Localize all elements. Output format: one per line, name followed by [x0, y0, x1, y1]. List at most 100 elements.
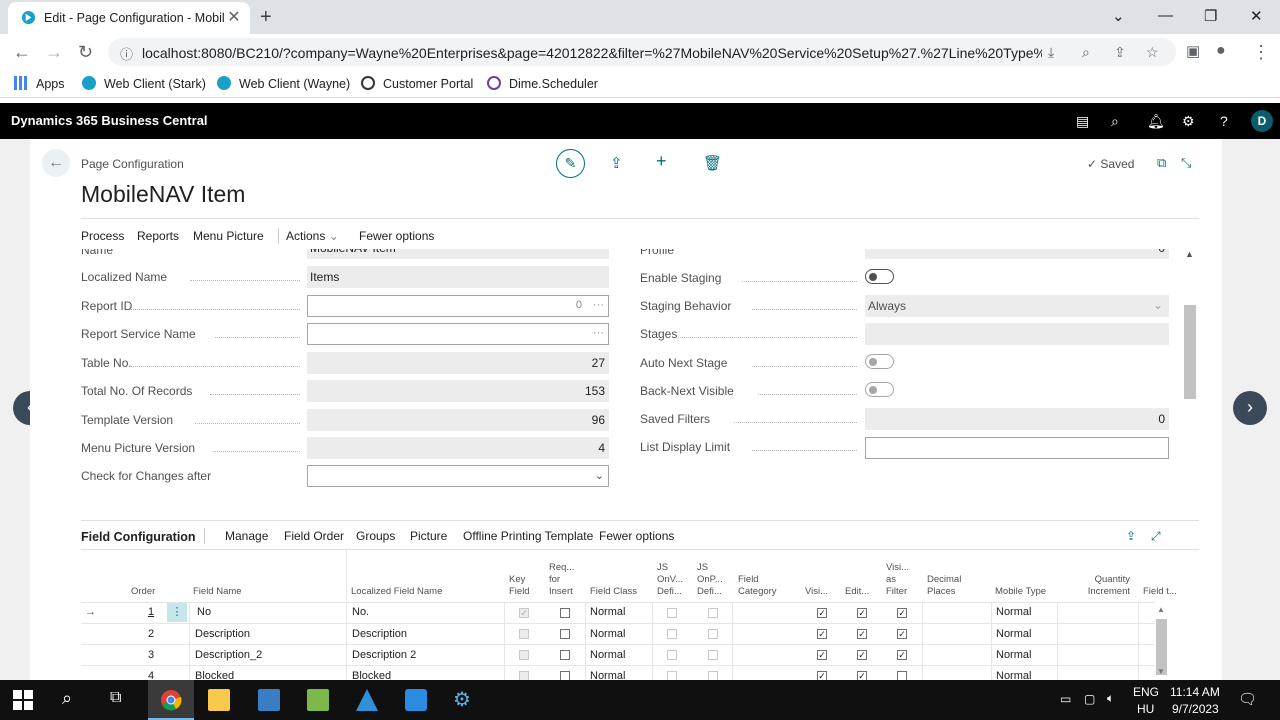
col-key-field[interactable]: Key Field [509, 574, 539, 598]
back-next-visible-toggle[interactable] [865, 382, 894, 397]
col-js-onpage[interactable]: JS OnP... Defi... [697, 562, 723, 598]
field-localized-name-value[interactable]: Items [307, 266, 609, 288]
site-info-icon[interactable]: ⓘ [120, 44, 133, 63]
cell-field-name[interactable]: Description [195, 628, 250, 640]
collapse-icon[interactable]: ⤡ [1181, 155, 1191, 171]
editable-checkbox[interactable]: ✓ [857, 608, 867, 618]
key-field-checkbox[interactable] [519, 629, 529, 639]
required-checkbox[interactable] [560, 650, 570, 660]
fc-action-offline-printing-template[interactable]: Offline Printing Template [463, 529, 593, 543]
back-icon[interactable]: ← [13, 42, 31, 63]
tab-search-chevron-icon[interactable]: ⌄ [1112, 7, 1125, 25]
col-localized-field-name[interactable]: Localized Field Name [351, 586, 442, 598]
cell-mobile-type[interactable]: Normal [996, 606, 1031, 618]
new-plus-icon[interactable]: + [656, 151, 667, 172]
language-indicator-sub[interactable]: HU [1137, 702, 1154, 716]
bookmark-web-client-wayne[interactable]: Web Client (Wayne) [217, 76, 350, 91]
editable-checkbox[interactable]: ✓ [857, 629, 867, 639]
fc-action-picture[interactable]: Picture [410, 529, 447, 543]
key-field-checkbox[interactable] [519, 671, 529, 680]
row-menu-icon[interactable]: ⋮ [167, 603, 187, 622]
back-arrow-icon[interactable]: ← [42, 149, 70, 177]
field-profile-value[interactable]: 0 [865, 249, 1169, 259]
lookup-ellipsis-icon[interactable]: ··· [593, 299, 604, 311]
bookmark-apps[interactable]: Apps [14, 76, 65, 91]
scroll-down-icon[interactable]: ▼ [1157, 667, 1165, 676]
bookmark-web-client-stark[interactable]: Web Client (Stark) [82, 76, 206, 91]
col-editable[interactable]: Edit... [845, 586, 869, 598]
delete-trash-icon[interactable]: 🗑︎ [703, 154, 722, 172]
settings-gear-icon[interactable]: ⚙ [453, 687, 471, 712]
scroll-up-icon[interactable]: ▲ [1185, 249, 1194, 259]
table-row[interactable]: 4 Blocked Blocked Normal ✓ ✓ Normal [30, 666, 1222, 680]
field-total-records-value[interactable]: 153 [307, 380, 609, 402]
reload-icon[interactable]: ↻ [78, 42, 93, 63]
col-visible[interactable]: Visi... [805, 586, 828, 598]
next-record-chevron-right-icon[interactable]: › [1233, 391, 1267, 425]
field-report-id-input[interactable]: 0 ··· [307, 295, 609, 317]
key-field-checkbox[interactable]: ✓ [519, 608, 529, 618]
action-process[interactable]: Process [81, 229, 124, 243]
field-check-for-changes-select[interactable]: ⌄ [307, 465, 609, 487]
action-menu-picture[interactable]: Menu Picture [193, 229, 264, 243]
address-bar[interactable]: ⓘ localhost:8080/BC210/?company=Wayne%20… [108, 38, 1176, 66]
avatar[interactable]: D [1251, 110, 1273, 132]
share-icon[interactable]: ⇪ [610, 154, 623, 172]
open-new-window-icon[interactable]: ⧉ [1157, 155, 1166, 171]
visible-as-filter-checkbox[interactable]: ✓ [897, 629, 907, 639]
clock-time[interactable]: 11:14 AM [1170, 685, 1220, 699]
field-name-value[interactable]: MobileNAV Item [307, 249, 609, 259]
cell-field-class[interactable]: Normal [590, 606, 625, 618]
col-order[interactable]: Order [131, 586, 155, 598]
table-scrollbar[interactable]: ▲ ▼ [1155, 605, 1168, 680]
js-onvalidate-checkbox[interactable] [667, 629, 677, 639]
visible-as-filter-checkbox[interactable] [897, 671, 907, 680]
cell-order[interactable]: 4 [148, 670, 154, 680]
js-onpage-checkbox[interactable] [708, 650, 718, 660]
cell-field-name[interactable]: Blocked [195, 670, 234, 680]
js-onpage-checkbox[interactable] [708, 671, 718, 680]
volume-icon[interactable]: 🔈︎ [1107, 691, 1114, 706]
col-visible-as-filter[interactable]: Visi... as Filter [886, 562, 914, 598]
fc-action-manage[interactable]: Manage [225, 529, 268, 543]
network-icon[interactable]: ▢ [1084, 692, 1095, 706]
staging-behavior-select[interactable]: Always ⌄ [865, 295, 1169, 317]
edit-pencil-icon[interactable]: ✎ [556, 149, 585, 178]
auto-next-stage-toggle[interactable] [865, 354, 894, 369]
visible-checkbox[interactable]: ✓ [817, 608, 827, 618]
clock-date[interactable]: 9/7/2023 [1172, 702, 1219, 716]
cell-mobile-type[interactable]: Normal [996, 649, 1031, 661]
search-icon[interactable]: ⌕ [1111, 113, 1119, 130]
enable-staging-toggle[interactable] [865, 269, 894, 284]
forward-icon[interactable]: → [45, 42, 63, 63]
field-template-version-value[interactable]: 96 [307, 409, 609, 431]
visible-checkbox[interactable]: ✓ [817, 650, 827, 660]
js-onvalidate-checkbox[interactable] [667, 608, 677, 618]
fields-scrollbar[interactable]: ▲ [1183, 249, 1197, 513]
action-fewer-options[interactable]: Fewer options [359, 229, 434, 243]
js-onpage-checkbox[interactable] [708, 608, 718, 618]
visible-checkbox[interactable]: ✓ [817, 671, 827, 680]
document-icon[interactable]: ▤ [1076, 113, 1089, 130]
help-icon[interactable]: ? [1220, 113, 1228, 129]
js-onpage-checkbox[interactable] [708, 629, 718, 639]
task-view-icon[interactable]: ⧉ [110, 689, 121, 707]
windows-start-icon[interactable] [13, 690, 33, 710]
side-panel-icon[interactable]: ▣ [1186, 42, 1200, 60]
browser-tab[interactable]: Edit - Page Configuration - Mobil ✕ [8, 2, 250, 34]
notifications-icon[interactable]: 🗨︎ [1238, 690, 1257, 708]
cell-localized-name[interactable]: Description [352, 628, 407, 640]
fc-action-fewer-options[interactable]: Fewer options [599, 529, 674, 543]
action-reports[interactable]: Reports [137, 229, 179, 243]
cell-field-name[interactable]: No [197, 606, 211, 618]
editable-checkbox[interactable]: ✓ [857, 671, 867, 680]
fc-action-field-order[interactable]: Field Order [284, 529, 344, 543]
cell-order[interactable]: 2 [148, 628, 154, 640]
field-saved-filters-value[interactable]: 0 [865, 408, 1169, 430]
taskbar-search-icon[interactable]: ⌕ [62, 688, 72, 709]
bookmark-customer-portal[interactable]: Customer Portal [361, 76, 473, 91]
col-field-type[interactable]: Field t... [1143, 586, 1177, 598]
col-mobile-type[interactable]: Mobile Type [995, 586, 1046, 598]
window-close-icon[interactable]: ✕ [1250, 7, 1263, 25]
js-onvalidate-checkbox[interactable] [667, 671, 677, 680]
